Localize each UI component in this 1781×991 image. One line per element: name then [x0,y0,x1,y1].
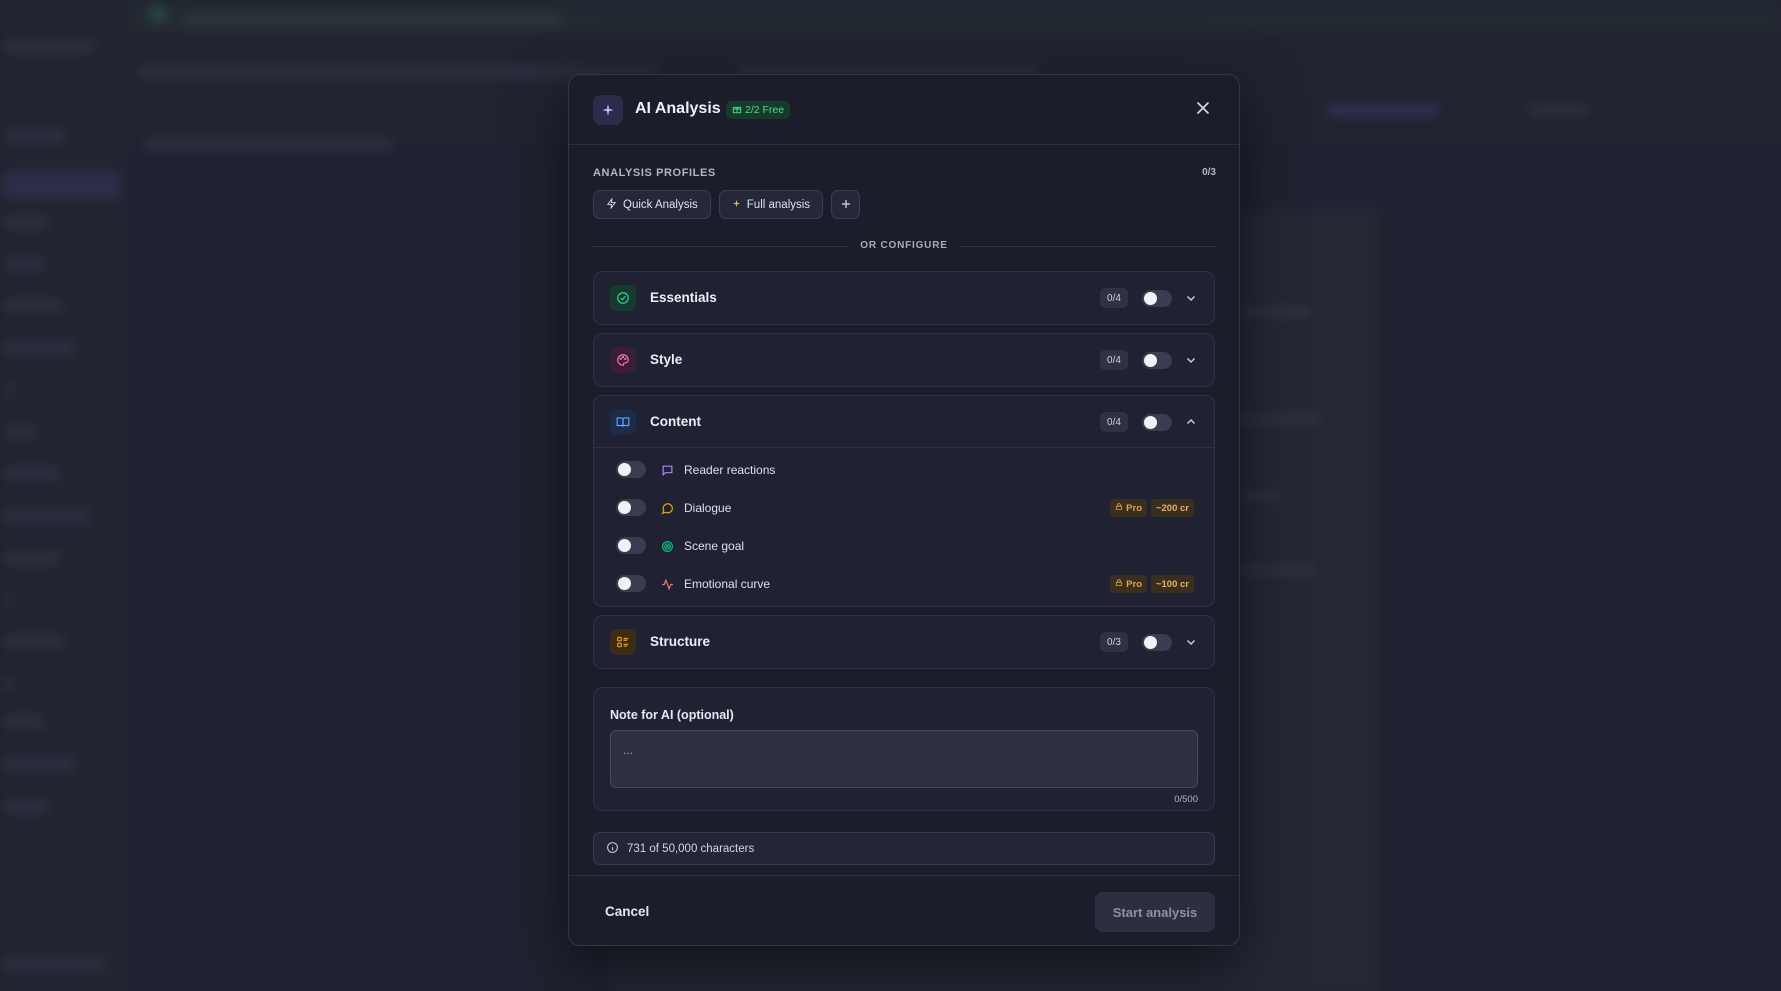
category-style: Style 0/4 [593,333,1215,387]
cancel-button[interactable]: Cancel [595,898,659,925]
info-icon [606,841,619,857]
option-dialogue: Dialogue Pro ~200 cr [594,490,1214,526]
divider-text: OR CONFIGURE [860,240,948,251]
character-info-bar: 731 of 50,000 characters [593,832,1215,865]
option-label: Dialogue [684,501,732,515]
category-style-header[interactable]: Style 0/4 [594,334,1214,386]
category-content: Content 0/4 Reader reactions Dialogue Pr… [593,395,1215,607]
option-label: Emotional curve [684,577,771,591]
pro-label: Pro [1126,578,1142,590]
category-essentials-toggle[interactable] [1142,290,1172,307]
credit-cost-badge: ~200 cr [1150,499,1194,517]
chevron-down-icon[interactable] [1184,353,1198,367]
reader-reactions-toggle[interactable] [616,461,646,478]
profiles-section-label: ANALYSIS PROFILES [593,167,716,179]
pro-badge: Pro [1110,499,1147,517]
note-char-count: 0/500 [1174,794,1198,805]
book-icon [610,409,636,435]
credit-cost-badge: ~100 cr [1150,575,1194,593]
chevron-down-icon[interactable] [1184,635,1198,649]
sparkle-icon [732,199,741,211]
option-label: Scene goal [684,539,745,553]
message-square-icon [658,461,676,479]
pro-label: Pro [1126,502,1142,514]
category-name: Structure [650,634,711,649]
option-emotional-curve: Emotional curve Pro ~100 cr [594,566,1214,602]
category-essentials-header[interactable]: Essentials 0/4 [594,272,1214,324]
category-count: 0/4 [1100,412,1128,432]
emotional-curve-toggle[interactable] [616,575,646,592]
dialogue-toggle[interactable] [616,499,646,516]
dialog-header: AI Analysis 2/2 Free [569,75,1239,145]
lightning-icon [606,196,617,212]
option-reader-reactions: Reader reactions [594,452,1214,488]
close-button[interactable] [1193,100,1213,120]
category-structure: Structure 0/3 [593,615,1215,669]
note-textarea[interactable] [610,730,1198,788]
close-icon [1197,101,1209,119]
layout-list-icon [610,629,636,655]
dialog-footer: Cancel Start analysis [569,875,1239,947]
check-circle-icon [610,285,636,311]
profiles-count: 0/3 [1202,167,1216,178]
chevron-down-icon[interactable] [1184,291,1198,305]
character-info-text: 731 of 50,000 characters [627,842,755,855]
category-count: 0/3 [1100,632,1128,652]
category-name: Content [650,414,701,429]
profile-buttons: Quick Analysis Full analysis [593,190,861,219]
category-count: 0/4 [1100,350,1128,370]
target-icon [658,537,676,555]
quick-analysis-profile-button[interactable]: Quick Analysis [593,190,711,219]
ai-analysis-dialog: AI Analysis 2/2 Free ANALYSIS PROFILES 0… [568,74,1240,946]
sparkle-icon [593,95,623,125]
palette-icon [610,347,636,373]
start-analysis-button[interactable]: Start analysis [1095,892,1215,932]
category-content-toggle[interactable] [1142,414,1172,431]
pro-badge: Pro [1110,575,1147,593]
add-profile-button[interactable] [831,190,861,219]
category-essentials: Essentials 0/4 [593,271,1215,325]
category-name: Style [650,352,683,367]
category-style-toggle[interactable] [1142,352,1172,369]
full-analysis-profile-button[interactable]: Full analysis [718,190,824,219]
category-structure-header[interactable]: Structure 0/3 [594,616,1214,668]
note-label: Note for AI (optional) [610,708,734,722]
profile-label: Full analysis [746,198,811,211]
lock-icon [1115,502,1123,514]
free-badge-text: 2/2 Free [745,104,785,116]
activity-icon [658,575,676,593]
message-circle-icon [658,499,676,517]
category-name: Essentials [650,290,717,305]
plus-icon [841,196,851,213]
option-scene-goal: Scene goal [594,528,1214,564]
gift-icon [732,104,742,117]
category-count: 0/4 [1100,288,1128,308]
ai-note-section: Note for AI (optional) 0/500 [593,687,1215,811]
scene-goal-toggle[interactable] [616,537,646,554]
category-content-header[interactable]: Content 0/4 [594,396,1214,448]
category-structure-toggle[interactable] [1142,634,1172,651]
profile-label: Quick Analysis [623,198,698,211]
option-label: Reader reactions [684,463,776,477]
or-configure-divider: OR CONFIGURE [593,240,1215,252]
chevron-up-icon[interactable] [1184,415,1198,429]
dialog-title: AI Analysis [635,100,721,117]
free-usage-badge: 2/2 Free [726,101,791,119]
lock-icon [1115,578,1123,590]
